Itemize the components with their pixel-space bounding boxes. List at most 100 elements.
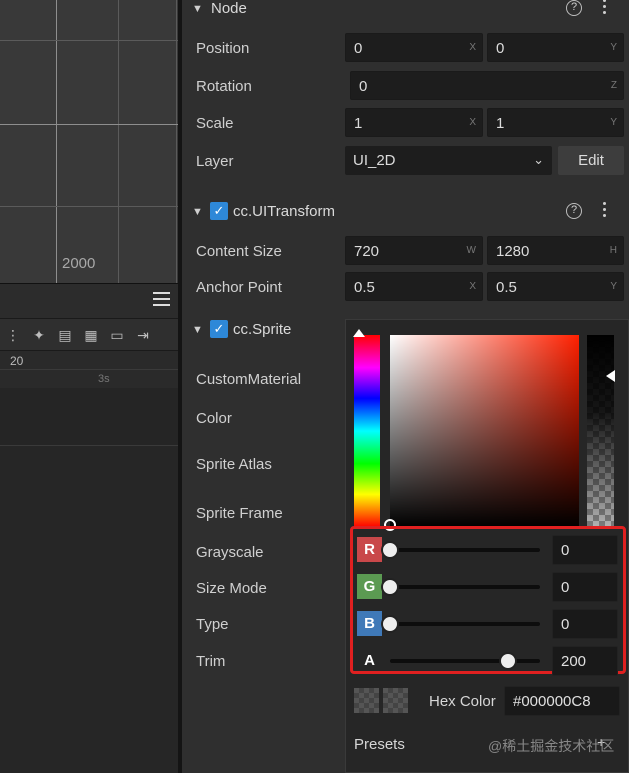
- timeline-ruler[interactable]: 20 3s: [0, 350, 178, 388]
- axis-label: H: [609, 245, 617, 256]
- blue-slider-track[interactable]: [390, 622, 540, 626]
- alpha-marker-icon[interactable]: [606, 370, 615, 382]
- exit-icon[interactable]: ⇥: [134, 327, 152, 343]
- previous-color-swatch[interactable]: [354, 688, 379, 713]
- blue-channel-row: B 0: [356, 606, 626, 642]
- help-icon[interactable]: ?: [566, 203, 582, 219]
- grid-line: [0, 124, 178, 125]
- component-enabled-checkbox[interactable]: ✓: [210, 320, 228, 338]
- content-size-width-field[interactable]: 720 W: [345, 236, 483, 265]
- hue-marker-icon[interactable]: [353, 329, 365, 337]
- hamburger-menu-icon[interactable]: [153, 292, 170, 310]
- axis-label: X: [469, 117, 476, 128]
- content-size-label: Content Size: [196, 243, 282, 260]
- chevron-down-icon: ⌄: [533, 152, 544, 167]
- more-options-icon[interactable]: [603, 0, 607, 17]
- field-value: 0: [354, 40, 363, 57]
- section-title: Node: [211, 0, 247, 17]
- alpha-slider-track[interactable]: [390, 659, 540, 663]
- grid-line: [118, 0, 119, 283]
- more-options-icon[interactable]: [603, 202, 607, 220]
- content-size-height-field[interactable]: 1280 H: [487, 236, 624, 265]
- film-icon[interactable]: ▦: [82, 327, 100, 343]
- type-label: Type: [196, 616, 229, 633]
- scene-axis-label: 2000: [62, 255, 96, 272]
- sprite-atlas-label: Sprite Atlas: [196, 456, 272, 473]
- collapse-caret-icon[interactable]: ▼: [192, 206, 203, 218]
- layer-edit-button[interactable]: Edit: [558, 146, 624, 175]
- help-icon[interactable]: ?: [566, 0, 582, 16]
- dropdown-value: UI_2D: [353, 152, 396, 169]
- hue-slider[interactable]: [354, 335, 380, 527]
- field-value: 0: [561, 542, 570, 559]
- layer-label: Layer: [196, 153, 234, 170]
- component-enabled-checkbox[interactable]: ✓: [210, 202, 228, 220]
- trim-label: Trim: [196, 653, 226, 670]
- field-value: 200: [561, 653, 587, 670]
- red-value-field[interactable]: 0: [552, 535, 618, 565]
- color-label: Color: [196, 410, 232, 427]
- anchor-y-field[interactable]: 0.5 Y: [487, 272, 624, 301]
- uitransform-section-header[interactable]: ▼ ✓ cc.UITransform ?: [182, 194, 629, 228]
- alpha-slider[interactable]: [587, 335, 614, 527]
- rotation-field[interactable]: 0 Z: [350, 71, 624, 100]
- blue-slider-thumb[interactable]: [381, 615, 399, 633]
- position-x-field[interactable]: 0 X: [345, 33, 483, 62]
- red-slider-track[interactable]: [390, 548, 540, 552]
- field-value: 720: [354, 243, 380, 260]
- section-title: cc.Sprite: [233, 320, 292, 338]
- scale-x-field[interactable]: 1 X: [345, 108, 483, 137]
- blue-channel-tag: B: [357, 611, 382, 636]
- field-value: 0: [561, 616, 570, 633]
- position-label: Position: [196, 40, 250, 57]
- grid-line: [176, 0, 177, 283]
- field-value: 0: [359, 78, 368, 95]
- green-channel-tag: G: [357, 574, 382, 599]
- field-value: #000000C8: [513, 693, 591, 710]
- alpha-channel-row: A 200: [356, 643, 626, 679]
- alpha-slider-thumb[interactable]: [498, 652, 517, 670]
- current-color-swatch[interactable]: [383, 688, 408, 713]
- save-icon[interactable]: ▤: [56, 327, 74, 343]
- field-value: 0.5: [354, 279, 375, 296]
- collapse-caret-icon[interactable]: ▼: [192, 3, 203, 15]
- layer-dropdown[interactable]: UI_2D ⌄: [345, 146, 552, 175]
- hex-color-input[interactable]: #000000C8: [504, 686, 620, 716]
- grid-line: [0, 206, 178, 207]
- green-slider-track[interactable]: [390, 585, 540, 589]
- blue-value-field[interactable]: 0: [552, 609, 618, 639]
- green-value-field[interactable]: 0: [552, 572, 618, 602]
- red-slider-thumb[interactable]: [381, 541, 399, 559]
- grid-line: [56, 0, 57, 283]
- collapse-caret-icon[interactable]: ▼: [192, 324, 203, 336]
- grid-line: [0, 40, 178, 41]
- hex-color-label: Hex Color: [429, 693, 496, 710]
- green-slider-thumb[interactable]: [381, 578, 399, 596]
- position-y-field[interactable]: 0 Y: [487, 33, 624, 62]
- scale-y-field[interactable]: 1 Y: [487, 108, 624, 137]
- sprite-section-header[interactable]: ▼ ✓ cc.Sprite: [182, 312, 345, 346]
- axis-label: Y: [610, 117, 617, 128]
- color-picker-popup[interactable]: R 0 G 0 B 0 A 200 Hex Color #000000C8 Pr…: [345, 319, 629, 773]
- timeline-track[interactable]: [0, 388, 178, 446]
- custom-material-label: CustomMaterial: [196, 371, 302, 388]
- rgba-channel-group: R 0 G 0 B 0 A 200: [350, 526, 626, 676]
- presets-label[interactable]: Presets: [354, 736, 405, 753]
- watermark-text: @稀土掘金技术社区: [488, 738, 615, 754]
- field-value: 0: [561, 579, 570, 596]
- sprite-frame-label: Sprite Frame: [196, 505, 283, 522]
- grip-icon[interactable]: ⋮: [4, 327, 22, 343]
- alpha-value-field[interactable]: 200: [552, 646, 618, 676]
- node-section-header[interactable]: ▼ Node ?: [182, 0, 629, 25]
- anchor-x-field[interactable]: 0.5 X: [345, 272, 483, 301]
- red-channel-tag: R: [357, 537, 382, 562]
- axis-label: Y: [610, 281, 617, 292]
- field-value: 1: [354, 115, 363, 132]
- saturation-value-area[interactable]: [390, 335, 579, 527]
- timeline-panel: ⋮ ✦ ▤ ▦ ▭ ⇥ 20 3s: [0, 283, 178, 773]
- clip-icon[interactable]: ▭: [108, 327, 126, 343]
- add-keyframe-icon[interactable]: ✦: [30, 327, 48, 343]
- axis-label: Y: [610, 42, 617, 53]
- scene-viewport[interactable]: 2000: [0, 0, 178, 283]
- green-channel-row: G 0: [356, 569, 626, 605]
